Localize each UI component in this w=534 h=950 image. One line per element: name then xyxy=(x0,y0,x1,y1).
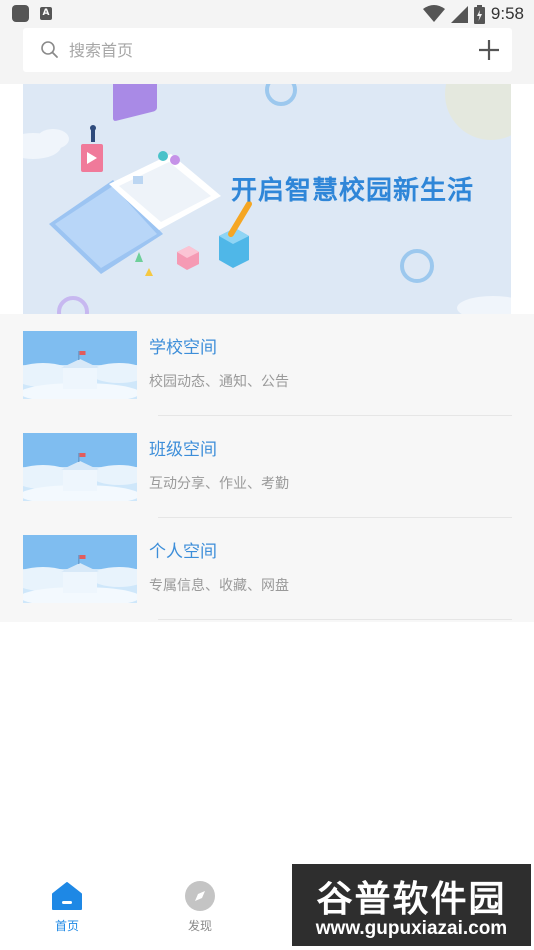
item-subtitle: 校园动态、通知、公告 xyxy=(149,374,289,390)
item-title: 班级空间 xyxy=(149,440,217,460)
search-input[interactable] xyxy=(69,36,449,64)
add-icon[interactable] xyxy=(476,37,502,63)
tab-home[interactable]: 首页 xyxy=(37,880,97,940)
banner-title: 开启智慧校园新生活 xyxy=(231,176,475,206)
list-item-class-space[interactable]: 班级空间 互动分享、作业、考勤 xyxy=(0,416,534,518)
item-subtitle: 互动分享、作业、考勤 xyxy=(149,476,289,492)
list-item-school-space[interactable]: 学校空间 校园动态、通知、公告 xyxy=(0,314,534,416)
signal-icon xyxy=(450,5,468,23)
status-time: 9:58 xyxy=(490,4,524,23)
status-bar: A 9:58 xyxy=(0,0,534,28)
search-header xyxy=(0,28,534,84)
compass-icon xyxy=(185,881,215,911)
text-notification-icon: A xyxy=(40,7,52,20)
home-icon xyxy=(52,882,82,910)
space-list: 学校空间 校园动态、通知、公告 班级空间 互动分享、作业、考勤 个人空间 专属信… xyxy=(0,314,534,622)
watermark: 谷普软件园 www.gupuxiazai.com xyxy=(292,864,531,946)
school-thumbnail xyxy=(23,331,137,399)
app-notification-icon xyxy=(12,5,29,22)
item-title: 个人空间 xyxy=(149,542,217,562)
search-bar xyxy=(23,28,512,72)
tab-label: 发现 xyxy=(187,919,212,933)
battery-icon xyxy=(473,4,485,24)
personal-thumbnail xyxy=(23,535,137,603)
watermark-brand: 谷普软件园 xyxy=(316,879,507,920)
divider xyxy=(158,619,512,620)
tab-discover[interactable]: 发现 xyxy=(170,880,230,940)
list-item-personal-space[interactable]: 个人空间 专属信息、收藏、网盘 xyxy=(0,518,534,620)
search-icon xyxy=(41,41,58,58)
item-title: 学校空间 xyxy=(149,338,217,358)
tab-label: 首页 xyxy=(54,919,79,933)
wifi-icon xyxy=(422,5,445,22)
status-indicators: 9:58 xyxy=(422,2,524,26)
banner[interactable]: 开启智慧校园新生活 xyxy=(23,84,511,314)
class-thumbnail xyxy=(23,433,137,501)
watermark-url: www.gupuxiazai.com xyxy=(315,918,508,939)
item-subtitle: 专属信息、收藏、网盘 xyxy=(149,578,289,594)
